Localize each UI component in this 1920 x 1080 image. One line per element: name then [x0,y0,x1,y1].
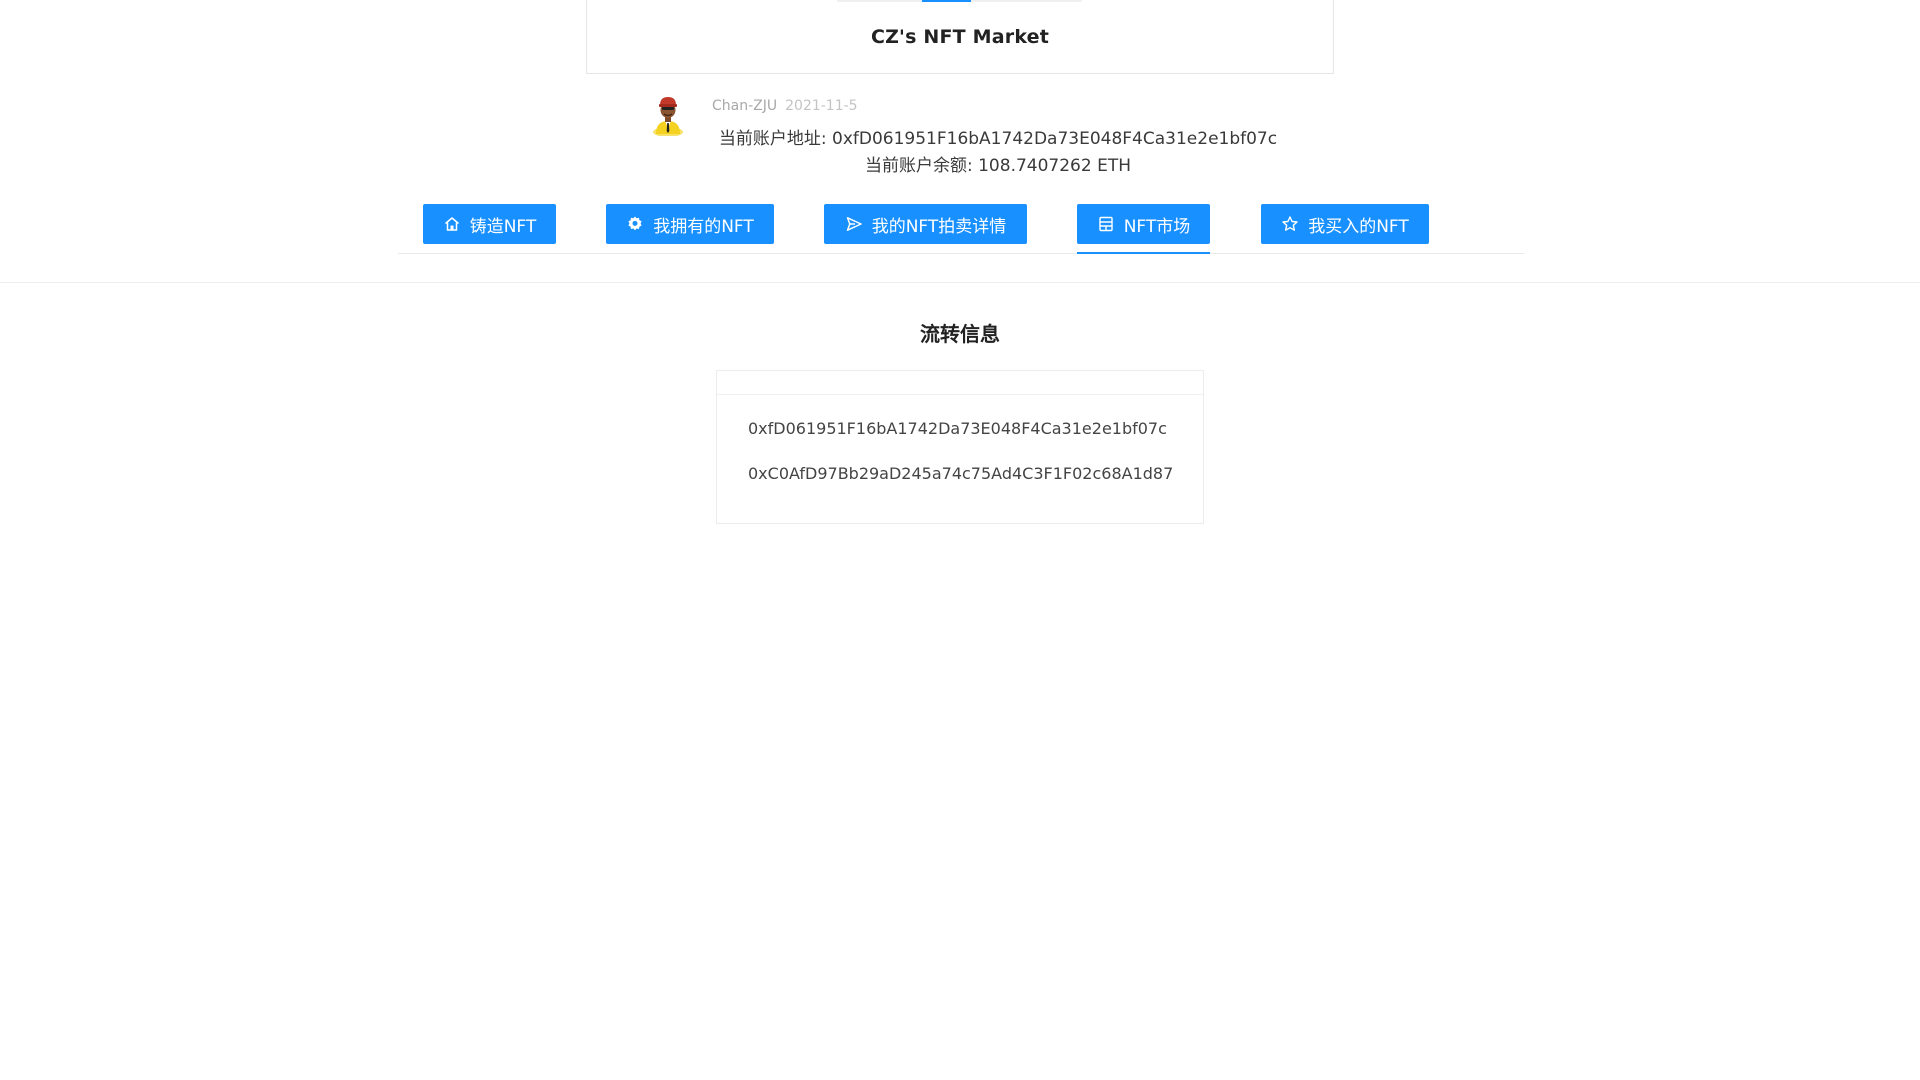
flow-address-list: 0xfD061951F16bA1742Da73E048F4Ca31e2e1bf0… [717,395,1203,507]
account-meta: Chan-ZJU 2021-11-5 当前账户地址: 0xfD061951F16b… [648,94,1348,184]
page-title: CZ's NFT Market [870,25,1050,48]
gear-icon [628,216,642,231]
card-header [717,371,1203,395]
calculator-icon [1099,216,1113,232]
list-item: 0xfD061951F16bA1742Da73E048F4Ca31e2e1bf0… [748,419,1167,438]
my-nfts-label: 我拥有的NFT [653,216,754,237]
account-balance: 当前账户余额: 108.7407262 ETH [864,156,1131,176]
star-icon [1282,216,1298,231]
author-name: Chan-ZJU [712,98,778,114]
post-date: 2021-11-5 [785,98,858,114]
my-auctions-button[interactable]: 我的NFT拍卖详情 [824,204,1027,244]
page: CZ's NFT Market Chan-ZJU 2021-11-5 当前账户地址… [0,0,1920,1080]
home-icon [444,217,459,231]
mint-nft-label: 铸造NFT [469,216,537,237]
bought-nfts-button[interactable]: 我买入的NFT [1261,204,1429,244]
list-item: 0xC0AfD97Bb29aD245a74c75Ad4C3F1F02c68A1d… [748,464,1174,483]
header-tab-indicator [837,0,1082,2]
nft-market-label: NFT市场 [1123,216,1191,237]
account-address: 当前账户地址: 0xfD061951F16bA1742Da73E048F4Ca3… [718,129,1278,149]
author-line: Chan-ZJU 2021-11-5 [712,98,858,114]
flow-info-card: 0xfD061951F16bA1742Da73E048F4Ca31e2e1bf0… [716,370,1204,524]
page-divider [0,282,1920,283]
bought-nfts-label: 我买入的NFT [1308,216,1409,237]
main-nav: 铸造NFT 我拥有的NFT 我的NFT拍卖详情 NFT市场 我买入的NFT [398,204,1524,254]
my-nfts-button[interactable]: 我拥有的NFT [606,204,774,244]
section-title: 流转信息 [920,322,1000,346]
nft-market-button[interactable]: NFT市场 [1077,204,1210,254]
my-auctions-label: 我的NFT拍卖详情 [871,216,1007,237]
header-card: CZ's NFT Market [586,0,1334,74]
send-icon [846,217,862,231]
mint-nft-button[interactable]: 铸造NFT [423,204,556,244]
